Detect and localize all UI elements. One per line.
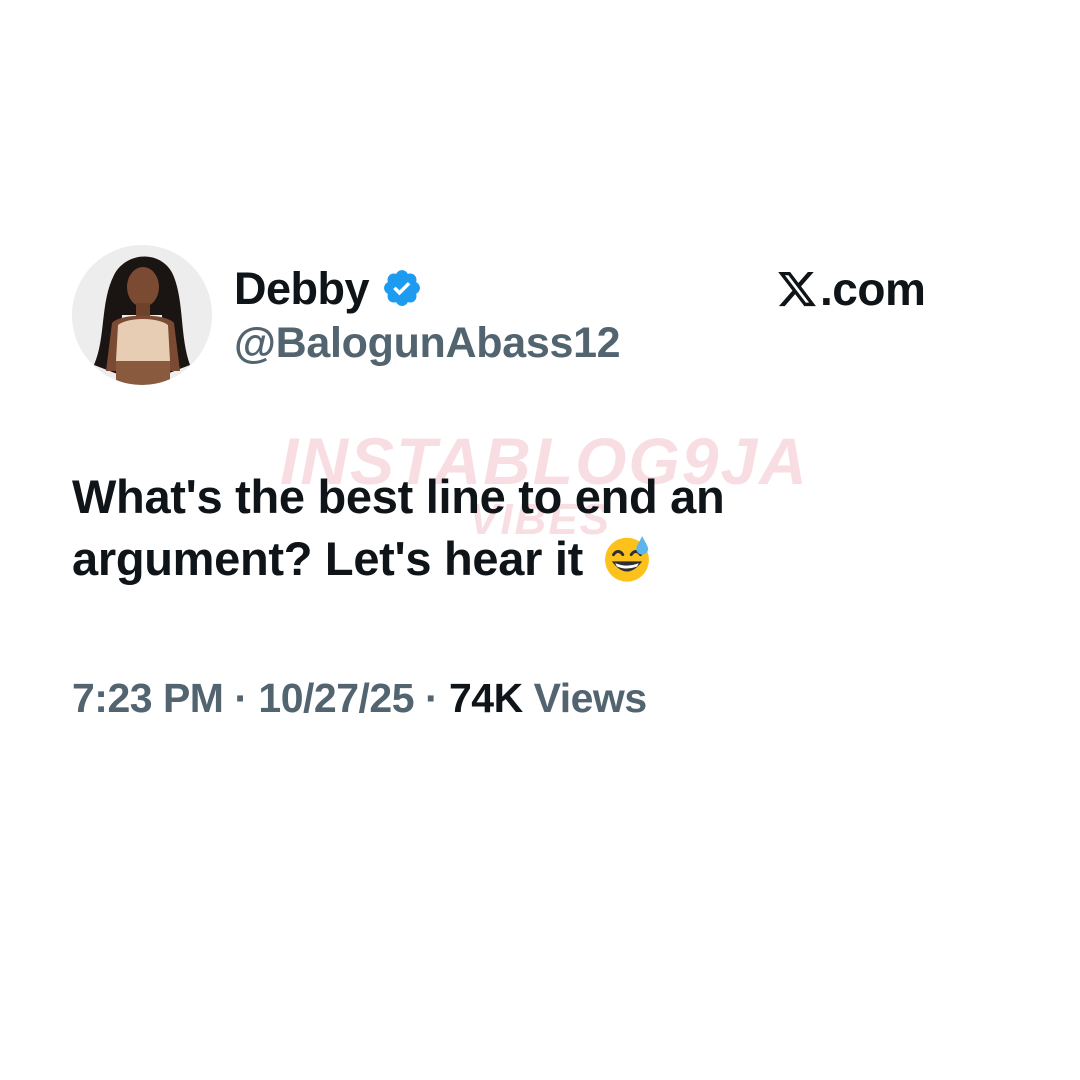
tweet-meta: 7:23 PM · 10/27/25 · 74K Views: [72, 675, 648, 721]
meta-separator: ·: [234, 675, 248, 721]
avatar[interactable]: [72, 245, 212, 385]
tweet-text: What's the best line to end an argument?…: [72, 466, 972, 590]
tweet-text-line1: What's the best line to end an: [72, 470, 725, 523]
author-handle[interactable]: @BalogunAbass12: [234, 319, 621, 367]
brand-domain-text: .com: [820, 263, 926, 315]
author-display-name[interactable]: Debby: [234, 266, 370, 311]
author-name-row: Debby: [234, 262, 423, 314]
tweet-date[interactable]: 10/27/25: [258, 675, 414, 721]
views-label: Views: [533, 675, 648, 721]
tweet-text-line2: argument? Let's hear it: [72, 532, 583, 585]
grinning-face-with-sweat-icon: [604, 536, 649, 582]
verified-badge-icon: [384, 270, 420, 306]
views-count: 74K: [449, 675, 523, 721]
avatar-photo: [72, 245, 212, 385]
tweet-time[interactable]: 7:23 PM: [72, 675, 224, 721]
x-com-brand: .com: [776, 262, 926, 316]
meta-separator: ·: [424, 675, 439, 721]
tweet-card: Debby @BalogunAbass12 .com INSTABLOG9JA …: [0, 0, 1080, 1080]
x-logo-icon: [778, 271, 816, 307]
